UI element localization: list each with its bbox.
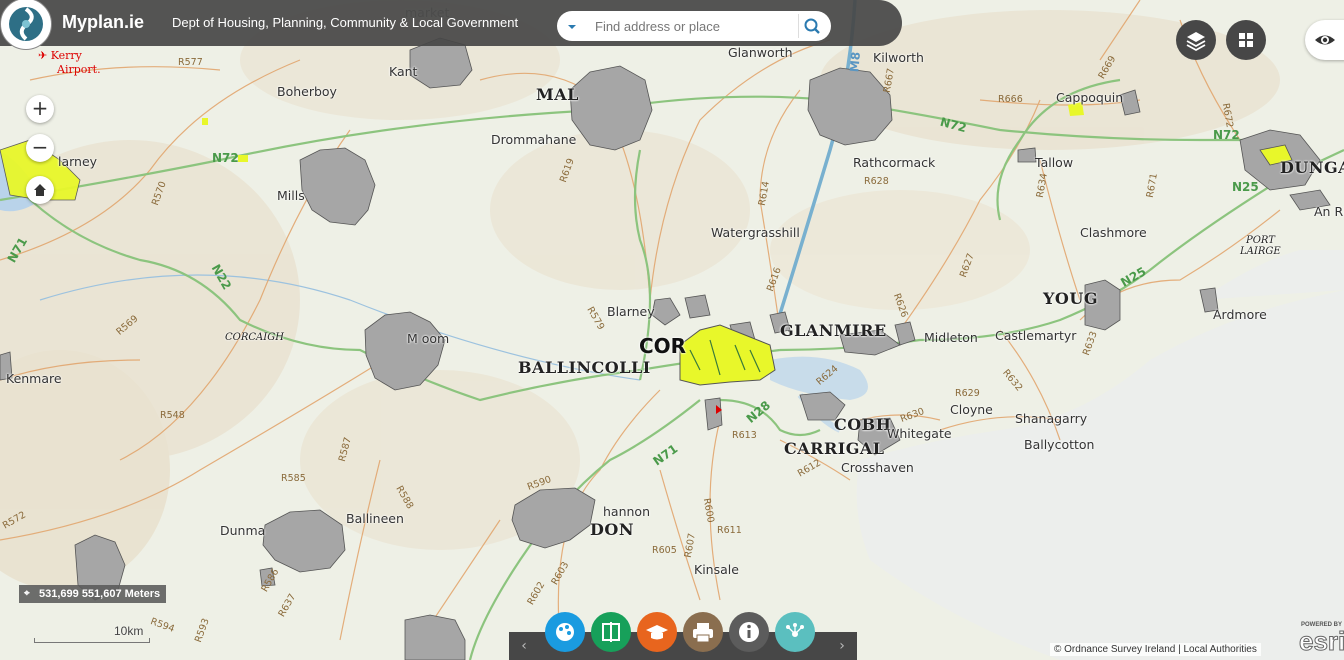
- road-r585: R585: [281, 473, 306, 484]
- place-shanagarry: Shanagarry: [1015, 411, 1088, 426]
- place-cappoquin: Cappoquin: [1056, 90, 1124, 105]
- place-carrigaline: CARRIGAL: [784, 439, 885, 458]
- scale-bar: [34, 638, 150, 643]
- place-dunmanway: Dunma: [220, 523, 266, 538]
- zoom-out-button[interactable]: −: [26, 134, 54, 162]
- eye-icon: [1315, 35, 1335, 45]
- place-kilworth: Kilworth: [873, 50, 924, 65]
- place-glanmire: GLANMIRE: [780, 321, 887, 340]
- network-share-icon: [786, 623, 804, 637]
- grid-icon: [1239, 33, 1253, 47]
- place-glanworth: Glanworth: [728, 45, 793, 60]
- coordinates-text: 531,699 551,607 Meters: [39, 588, 161, 600]
- toolbar-prev-button[interactable]: ‹: [509, 632, 539, 660]
- road-r613: R613: [732, 430, 757, 441]
- printer-icon: [693, 623, 713, 643]
- road-n25-a: N25: [1232, 180, 1259, 194]
- place-crosshaven: Crosshaven: [841, 460, 914, 475]
- esri-wordmark: esri: [1298, 626, 1344, 657]
- place-killarney: larney: [58, 154, 98, 169]
- place-castlemartyr: Castlemartyr: [995, 328, 1077, 343]
- toolbar-next-button[interactable]: ›: [827, 632, 857, 660]
- airport-name-line2: Airport.: [57, 63, 101, 76]
- place-clashmore: Clashmore: [1080, 225, 1147, 240]
- road-n72-c: N72: [1213, 128, 1240, 142]
- place-bandon: DON: [590, 520, 634, 539]
- info-icon: [739, 622, 759, 642]
- top-header-bar: Myplan.ie Dept of Housing, Planning, Com…: [0, 0, 902, 50]
- airport-icon: ✈: [38, 49, 48, 62]
- visibility-toggle-button[interactable]: [1305, 20, 1344, 60]
- info-tool-button[interactable]: [729, 612, 769, 652]
- place-port-lairge-1: PORT: [1246, 235, 1275, 246]
- split-screen-icon: [602, 622, 620, 642]
- place-boherboy: Boherboy: [277, 84, 337, 99]
- road-r628: R628: [864, 176, 889, 187]
- road-r629: R629: [955, 388, 980, 399]
- place-macroom: M oom: [407, 331, 450, 346]
- place-midleton: Midleton: [924, 330, 978, 345]
- graduation-cap-icon: [646, 625, 668, 640]
- road-r605: R605: [652, 545, 677, 556]
- crosshair-icon: ⌖: [24, 588, 30, 599]
- palette-icon: [556, 623, 574, 641]
- place-cobh: COBH: [834, 415, 892, 434]
- place-corcaigh: CORCAIGH: [225, 332, 284, 343]
- education-tool-button[interactable]: [637, 612, 677, 652]
- place-mallow: MAL: [536, 85, 579, 104]
- place-ballycotton: Ballycotton: [1024, 437, 1095, 452]
- search-icon[interactable]: [798, 14, 825, 38]
- place-cork: COR: [639, 334, 687, 358]
- home-icon: [34, 184, 46, 196]
- road-r666: R666: [998, 94, 1023, 105]
- place-whitegate: Whitegate: [887, 426, 952, 441]
- place-an-rinn: An Ri: [1314, 204, 1344, 219]
- road-r611: R611: [717, 525, 742, 536]
- compare-tool-button[interactable]: [591, 612, 631, 652]
- place-innishannon: hannon: [603, 504, 650, 519]
- airport-name-line1: Kerry: [50, 49, 82, 62]
- place-cloyne: Cloyne: [950, 402, 993, 417]
- place-kenmare: Kenmare: [6, 371, 62, 386]
- esri-logo[interactable]: POWERED BY esri: [1297, 622, 1344, 660]
- layers-button[interactable]: [1176, 20, 1216, 60]
- search-box: [557, 11, 831, 41]
- place-drommahane: Drommahane: [491, 132, 577, 147]
- department-name: Dept of Housing, Planning, Community & L…: [172, 15, 519, 30]
- place-tallow: Tallow: [1035, 155, 1074, 170]
- print-tool-button[interactable]: [683, 612, 723, 652]
- place-millstreet: Mills: [277, 188, 305, 203]
- scale-bar-label: 10km: [114, 624, 144, 638]
- place-dungarvan: DUNGAR: [1280, 158, 1344, 177]
- apps-grid-button[interactable]: [1226, 20, 1266, 60]
- road-r577: R577: [178, 57, 203, 68]
- place-ballineen: Ballineen: [346, 511, 404, 526]
- zoom-in-button[interactable]: +: [26, 95, 54, 123]
- place-watergrasshill: Watergrasshill: [711, 225, 800, 240]
- layers-icon: [1186, 32, 1206, 52]
- road-n72-a: N72: [212, 151, 239, 165]
- myplan-logo-icon[interactable]: [0, 0, 52, 50]
- search-input[interactable]: [593, 14, 787, 38]
- map-canvas[interactable]: [0, 0, 1344, 660]
- place-blarney: Blarney: [607, 304, 655, 319]
- search-source-dropdown-icon[interactable]: [563, 18, 581, 34]
- place-rathcormack: Rathcormack: [853, 155, 936, 170]
- place-ardmore: Ardmore: [1213, 307, 1267, 322]
- coordinates-readout[interactable]: ⌖ 531,699 551,607 Meters: [19, 585, 167, 603]
- place-ballincollig: BALLINCOLLI: [518, 358, 651, 377]
- road-m8: M8: [847, 51, 864, 73]
- share-tool-button[interactable]: [775, 612, 815, 652]
- map-attribution: © Ordnance Survey Ireland | Local Author…: [1050, 643, 1261, 656]
- place-kanturk: Kant: [389, 64, 418, 79]
- home-button[interactable]: [26, 176, 54, 204]
- airport-label: ✈ Kerry Airport.: [38, 49, 101, 77]
- place-kinsale: Kinsale: [694, 562, 739, 577]
- basemap-tool-button[interactable]: [545, 612, 585, 652]
- place-youghal: YOUG: [1043, 289, 1098, 308]
- place-port-lairge-2: LAIRGE: [1240, 246, 1281, 257]
- app-title[interactable]: Myplan.ie: [62, 12, 144, 33]
- road-r548: R548: [160, 410, 185, 421]
